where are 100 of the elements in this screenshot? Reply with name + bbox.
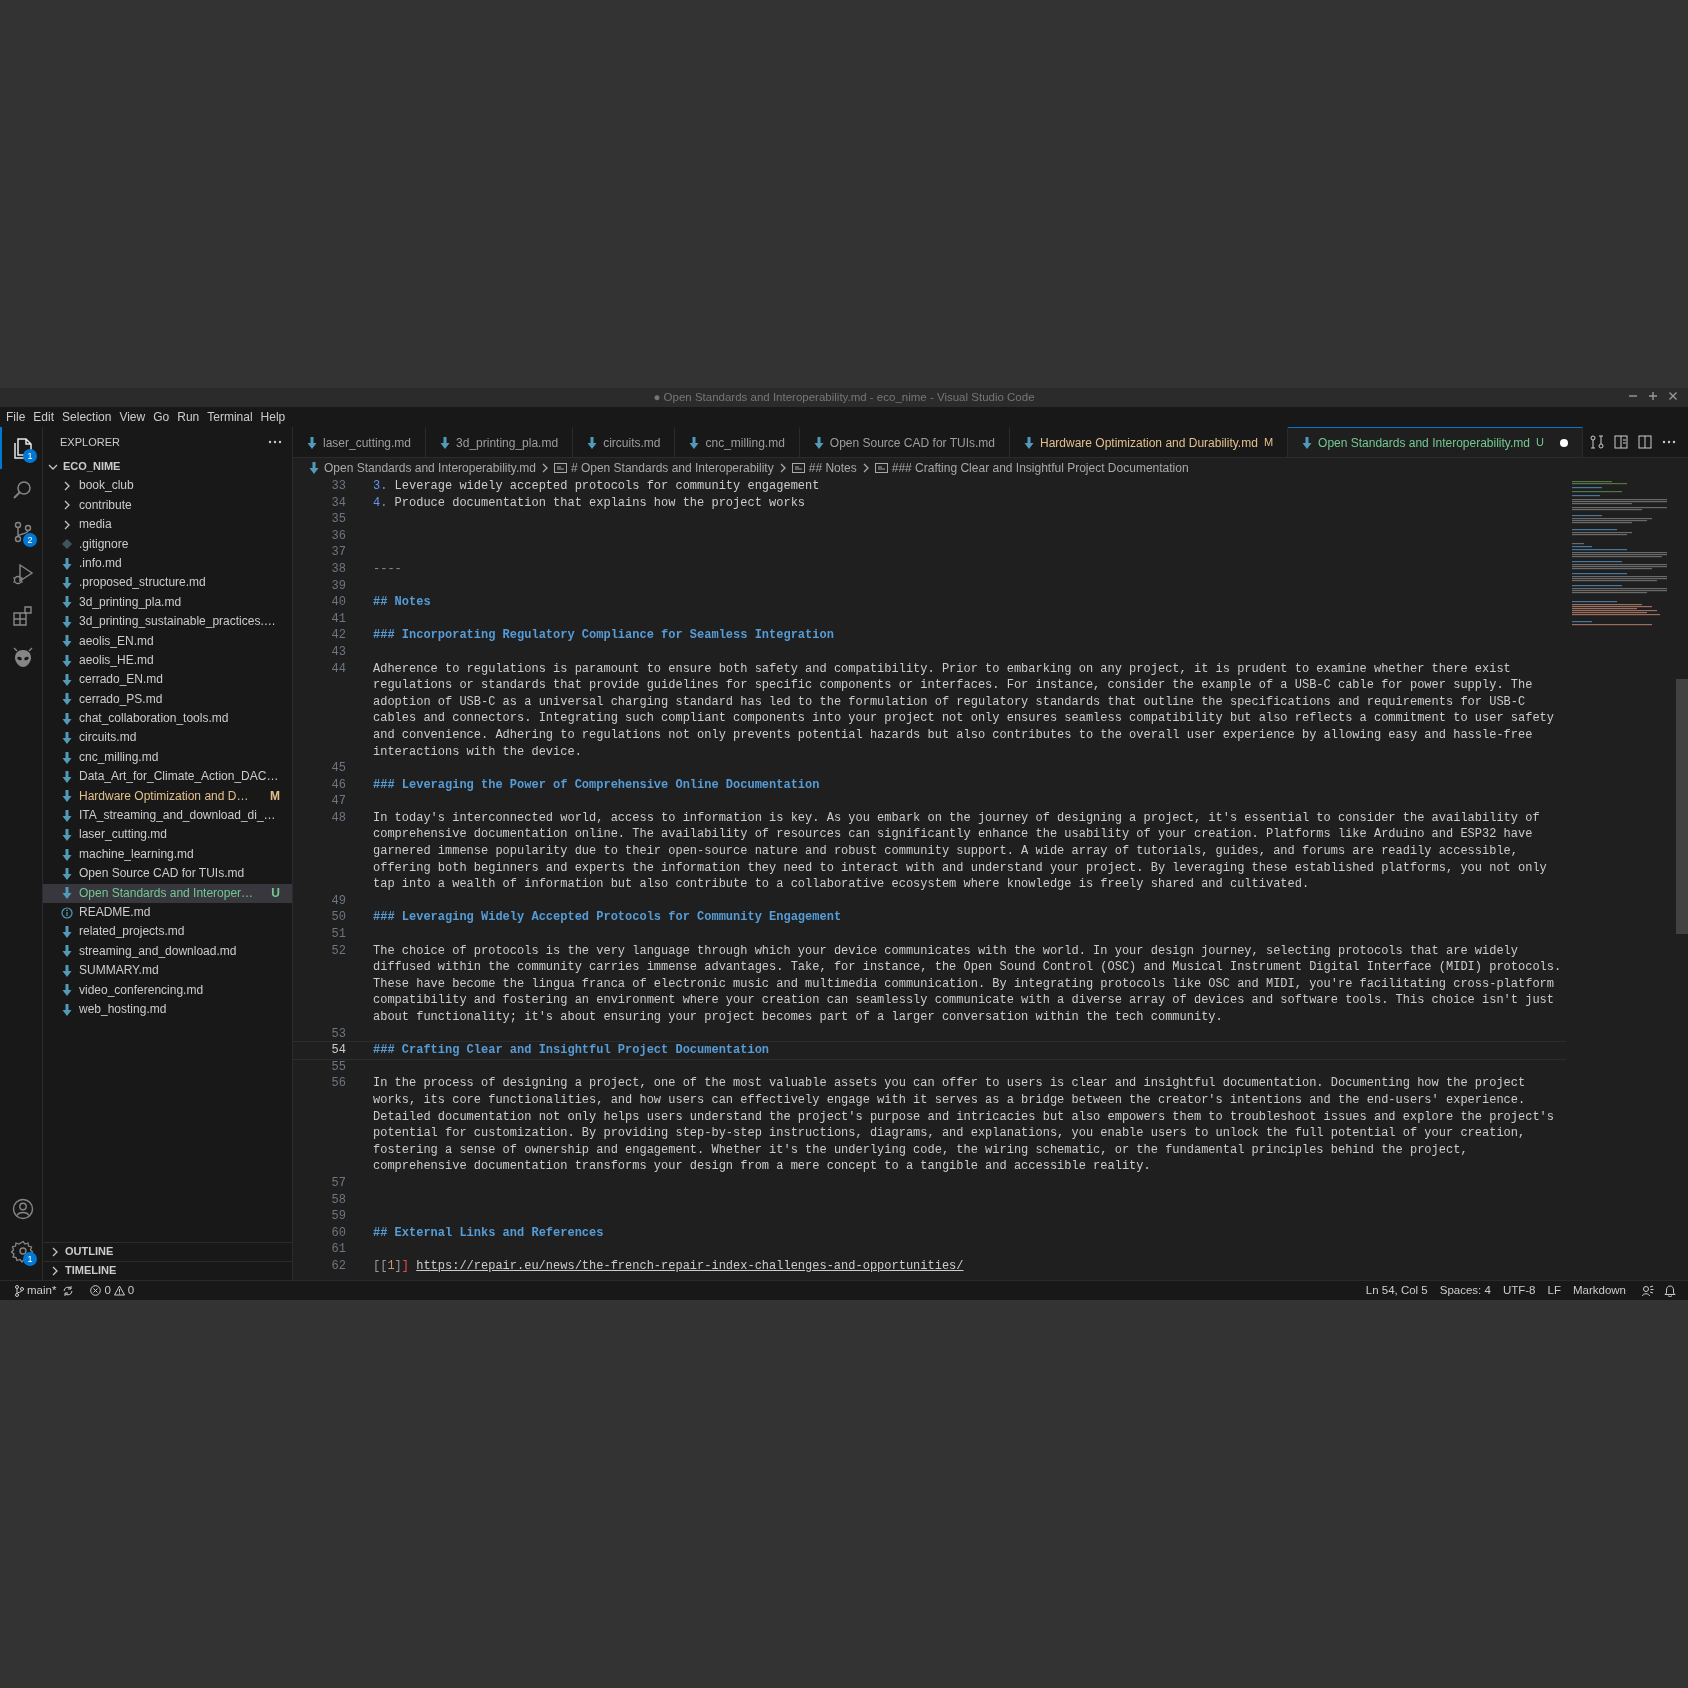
file-tree-item[interactable]: 3d_printing_pla.md [43, 592, 292, 613]
markdown-icon [62, 577, 72, 590]
file-tree-item[interactable]: media [43, 515, 292, 535]
status-item[interactable]: LF [1541, 1281, 1567, 1300]
breadcrumb-item[interactable]: ### Crafting Clear and Insightful Project Documentation [872, 459, 1191, 477]
line-number: 58 [330, 1191, 347, 1209]
more-icon[interactable] [268, 440, 282, 444]
scrollbar-thumb[interactable] [1676, 679, 1688, 934]
menu-item[interactable]: Help [256, 407, 290, 427]
minimap-drawing[interactable] [1572, 481, 1668, 626]
file-tree-item[interactable]: Hardware Optimization and D… M [43, 786, 292, 807]
line-number: 49 [330, 892, 347, 910]
menu-item[interactable]: File [2, 407, 30, 427]
folder-root-item[interactable]: ECO_NIME [43, 457, 292, 477]
heading-text: ### Leveraging the Power of Comprehensive Online Documentation [373, 776, 821, 794]
open-preview-icon[interactable] [1614, 435, 1628, 449]
activity-bar-item[interactable]: 2 [0, 511, 43, 553]
line-number: 43 [330, 643, 347, 661]
file-tree-item[interactable]: aeolis_HE.md [43, 650, 292, 671]
feedback-icon[interactable] [1642, 1284, 1654, 1297]
markdown-icon [62, 596, 72, 609]
line-number: 51 [330, 926, 347, 943]
more-icon[interactable] [1662, 440, 1676, 444]
heading-text: ### Incorporating Regulatory Compliance for Seamless Integration [373, 627, 835, 644]
file-tree-item[interactable]: ITA_streaming_and_download_di_… [43, 806, 292, 826]
panel-section-header[interactable]: OUTLINE [43, 1242, 292, 1261]
file-tree-item[interactable]: book_club [43, 476, 292, 496]
heading-text: ### Crafting Clear and Insightful Project Documentation [373, 1042, 771, 1059]
file-tree-item[interactable]: Open Standards and Interoper… U [43, 883, 292, 903]
sync-icon[interactable] [62, 1284, 75, 1297]
breadcrumb-item[interactable]: Open Standards and Interoperability.md [307, 459, 538, 477]
notification-badge: 1 [23, 1252, 37, 1266]
line-number: 41 [330, 610, 347, 628]
markdown-icon [62, 1003, 72, 1016]
file-tree-item[interactable]: streaming_and_download.md [43, 941, 292, 962]
account-icon [10, 1197, 35, 1221]
status-item[interactable]: Spaces: 4 [1433, 1281, 1497, 1300]
breadcrumb-item[interactable]: # Open Standards and Interoperability [551, 459, 776, 477]
file-tree-item[interactable]: Open Source CAD for TUIs.md [43, 864, 292, 884]
menu-item[interactable]: Terminal [203, 407, 257, 427]
file-tree-item[interactable]: SUMMARY.md [43, 961, 292, 981]
file-tree-item[interactable]: video_conferencing.md [43, 980, 292, 1000]
file-tree-item[interactable]: Data_Art_for_Climate_Action_DAC… [43, 767, 292, 787]
status-item[interactable]: Ln 54, Col 5 [1359, 1281, 1434, 1300]
menu-item[interactable]: Run [173, 407, 204, 427]
file-tree-item[interactable]: .info.md [43, 553, 292, 574]
menu-item[interactable]: Edit [29, 407, 59, 427]
status-item[interactable]: UTF-8 [1496, 1281, 1542, 1300]
file-tree-item[interactable]: contribute [43, 495, 292, 516]
file-tree-item[interactable]: laser_cutting.md [43, 825, 292, 845]
file-tree-item[interactable]: 3d_printing_sustainable_practices.… [43, 612, 292, 632]
split-editor-icon[interactable] [1638, 435, 1652, 449]
line-number: 62 [330, 1257, 347, 1275]
maximize-icon[interactable] [1648, 391, 1658, 401]
line-number: 46 [330, 776, 347, 794]
file-tree-item[interactable]: aeolis_EN.md [43, 631, 292, 651]
file-tree-item[interactable]: chat_collaboration_tools.md [43, 709, 292, 729]
file-tree-item[interactable]: circuits.md [43, 728, 292, 748]
status-item[interactable]: Markdown [1566, 1281, 1632, 1300]
symbol-icon [553, 463, 567, 473]
error-icon [90, 1285, 102, 1296]
heading-text: ## Notes [373, 594, 432, 611]
branch-status[interactable]: main* [8, 1281, 63, 1300]
line-number: 33 [330, 478, 347, 495]
markdown-icon [62, 809, 72, 822]
line-number: 40 [330, 594, 347, 611]
menu-item[interactable]: Selection [58, 407, 116, 427]
breadcrumb-item[interactable]: ## Notes [789, 459, 859, 477]
bell-icon[interactable] [1664, 1284, 1676, 1297]
problems-status[interactable]: 0 0 [84, 1281, 141, 1300]
file-tree-item[interactable]: cerrado_EN.md [43, 670, 292, 690]
markdown-icon [307, 436, 317, 449]
symbol-icon [791, 463, 805, 473]
unsaved-dot-icon[interactable] [1559, 438, 1568, 447]
panel-title: EXPLORER [60, 434, 120, 450]
file-tree-item[interactable]: cnc_milling.md [43, 747, 292, 768]
markdown-icon [62, 984, 72, 997]
menu-item[interactable]: Go [149, 407, 174, 427]
line-number: 35 [330, 511, 347, 528]
file-tree-item[interactable]: related_projects.md [43, 922, 292, 942]
file-tree-item[interactable]: machine_learning.md [43, 844, 292, 865]
file-tree-item[interactable]: cerrado_PS.md [43, 689, 292, 710]
list-item-text: 3. Leverage widely accepted protocols for community engagement [373, 478, 821, 495]
file-tree-item[interactable]: web_hosting.md [43, 999, 292, 1020]
line-number: 48 [330, 809, 347, 827]
menu-item[interactable]: View [115, 407, 150, 427]
file-tree-item[interactable]: .proposed_structure.md [43, 573, 292, 593]
markdown-icon [62, 635, 72, 648]
git-status-letter: M [270, 787, 280, 805]
compare-changes-icon[interactable] [1590, 435, 1604, 449]
settings-icon [10, 1239, 35, 1263]
file-tree-item[interactable]: .gitignore [43, 534, 292, 554]
editor-tab[interactable]: Open Standards and Interoperability.md U [1288, 427, 1583, 457]
branch-icon [14, 1284, 24, 1297]
file-tree-item[interactable]: README.md [43, 903, 292, 923]
markdown-icon [62, 790, 72, 803]
close-icon[interactable] [1668, 391, 1678, 401]
link[interactable]: https://repair.eu/news/the-french-repair-index-challenges-and-opportunities/ [416, 1257, 964, 1275]
activity-bar-item[interactable]: 1 [0, 1230, 43, 1272]
line-number: 38 [330, 560, 347, 578]
